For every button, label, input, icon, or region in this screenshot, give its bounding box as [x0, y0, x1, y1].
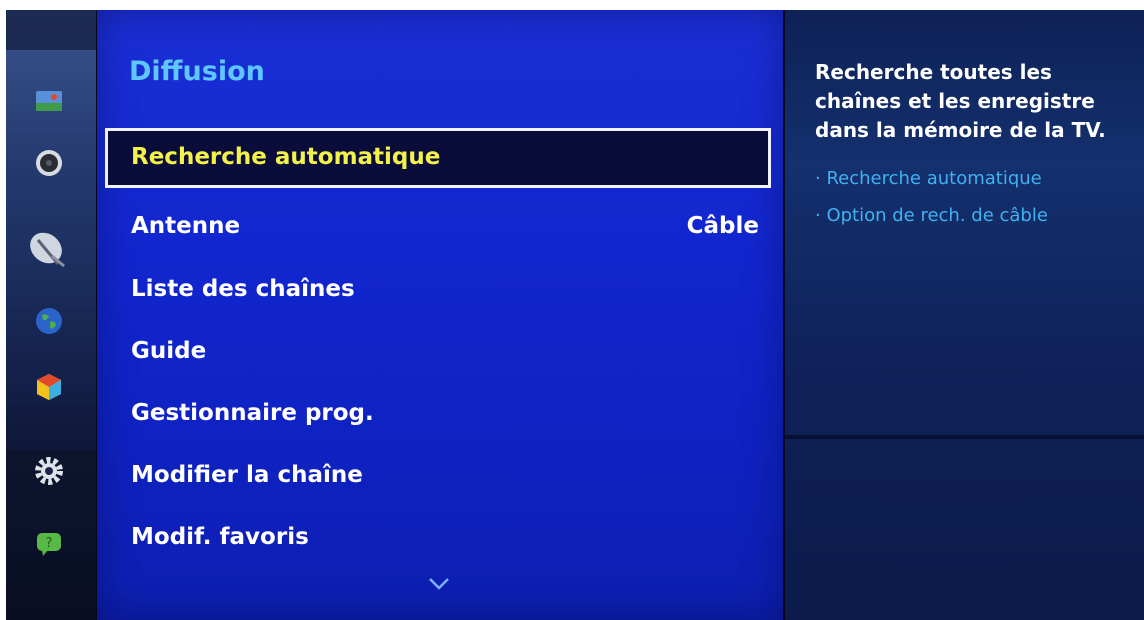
menu-item-guide[interactable]: Guide [105, 322, 771, 382]
menu-item-label: Recherche automatique [131, 144, 441, 170]
support-chat-icon[interactable]: ? [34, 528, 64, 558]
menu-item-gestionnaire-prog[interactable]: Gestionnaire prog. [105, 384, 771, 444]
menu-item-label: Gestionnaire prog. [131, 400, 374, 426]
menu-item-recherche-automatique[interactable]: Recherche automatique [105, 128, 771, 188]
menu-item-label: Antenne [131, 213, 241, 239]
menu-item-value: Câble [686, 213, 759, 239]
menu-item-liste-des-chaines[interactable]: Liste des chaînes [105, 260, 771, 320]
help-link-option-rech-cable: · Option de rech. de câble [815, 205, 1048, 226]
chevron-down-icon[interactable] [428, 576, 450, 590]
menu-item-antenne[interactable]: Antenne Câble [105, 197, 771, 257]
menu-item-label: Liste des chaînes [131, 276, 355, 302]
broadcast-satellite-icon[interactable] [28, 230, 68, 270]
svg-text:?: ? [46, 536, 53, 551]
help-panel-divider [785, 435, 1144, 439]
menu-item-modifier-la-chaine[interactable]: Modifier la chaîne [105, 446, 771, 506]
menu-item-modif-favoris[interactable]: Modif. favoris [105, 508, 771, 568]
help-panel: Recherche toutes les chaînes et les enre… [785, 10, 1144, 620]
menu-item-label: Modifier la chaîne [131, 462, 363, 488]
picture-icon[interactable] [34, 86, 64, 116]
menu-item-label: Guide [131, 338, 207, 364]
help-description: Recherche toutes les chaînes et les enre… [815, 60, 1106, 142]
menu-title: Diffusion [129, 56, 265, 87]
smart-hub-cube-icon[interactable] [34, 372, 64, 402]
sound-icon[interactable] [34, 148, 64, 178]
broadcast-menu-panel: Diffusion Recherche automatique Antenne … [97, 10, 783, 620]
help-link-recherche-automatique: · Recherche automatique [815, 168, 1042, 189]
settings-gear-icon[interactable] [34, 456, 64, 486]
tv-screen: ? Diffusion Recherche automatique Antenn… [6, 10, 1144, 620]
category-sidebar: ? [6, 10, 96, 620]
menu-item-label: Modif. favoris [131, 524, 309, 550]
network-globe-icon[interactable] [34, 306, 64, 336]
